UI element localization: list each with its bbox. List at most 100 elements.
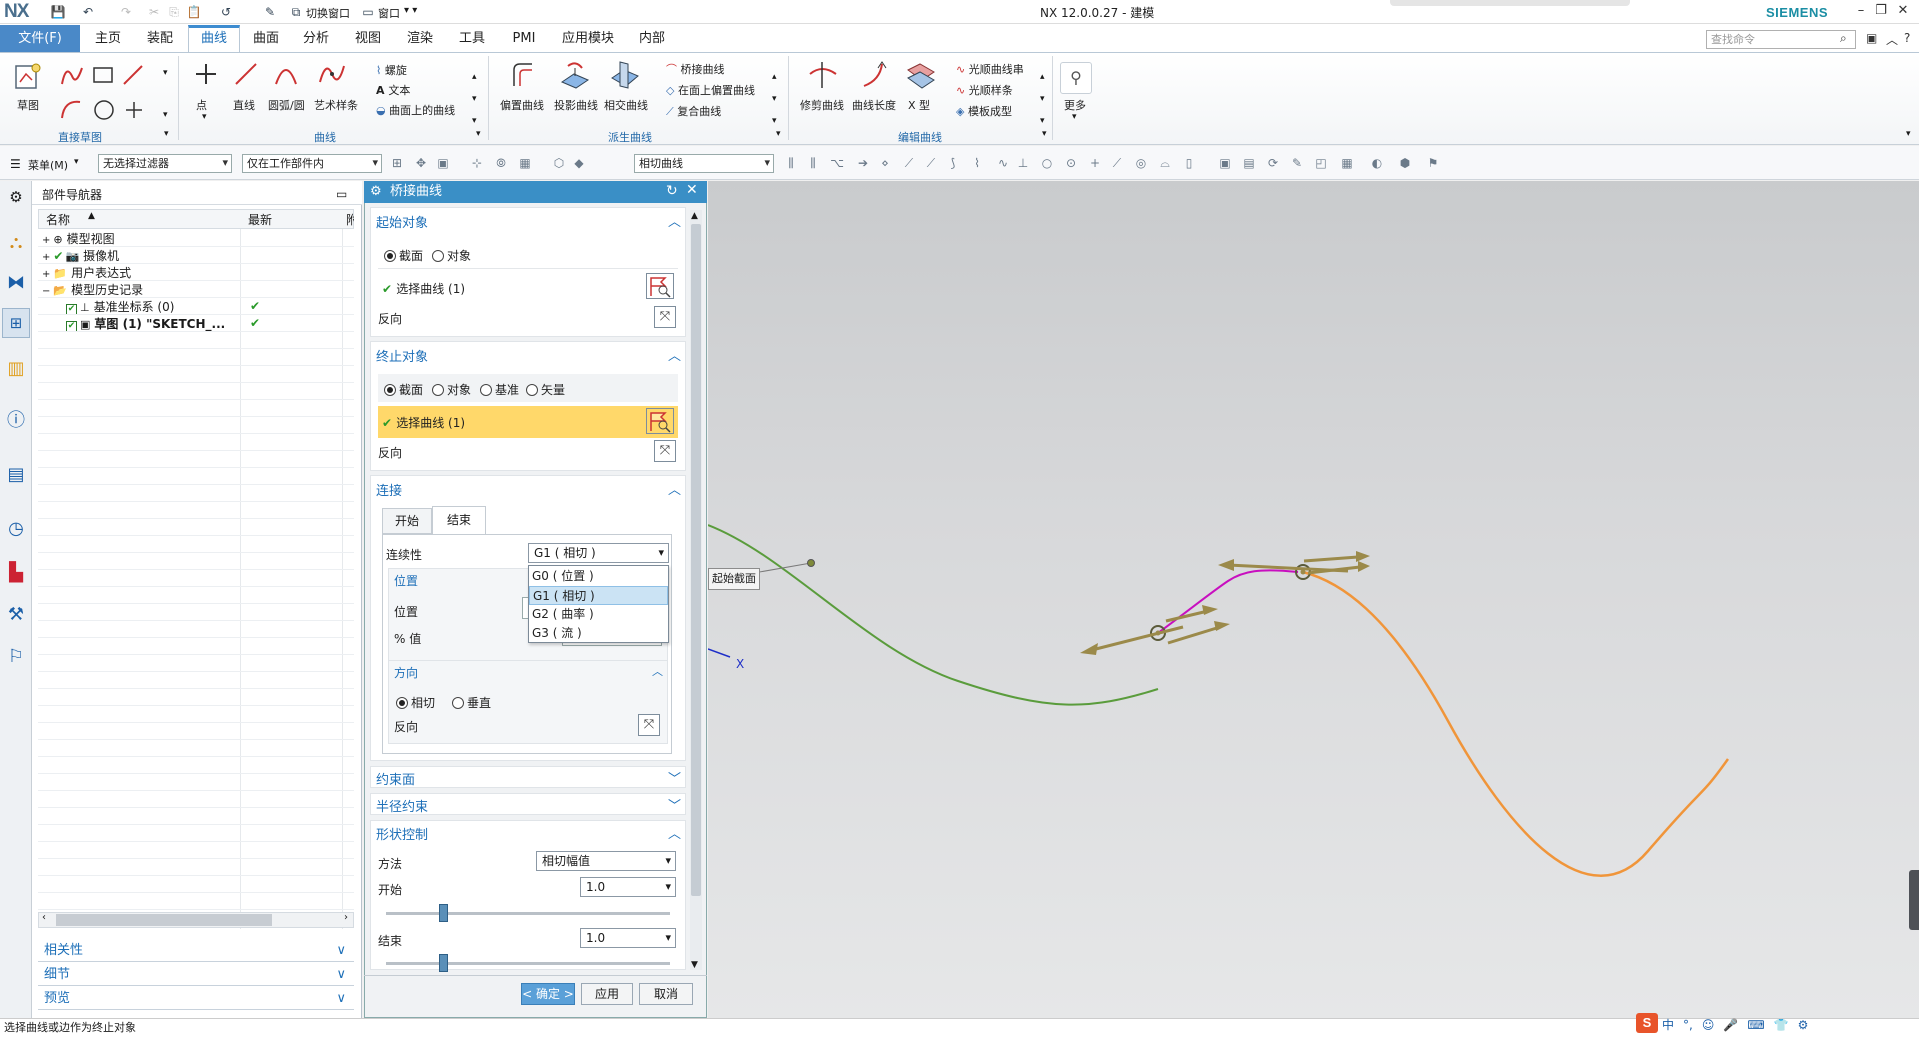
repeat-command-icon[interactable]: ↺ — [218, 4, 234, 20]
curve-on-surface-item[interactable]: ◒ 曲面上的曲线 — [376, 102, 466, 122]
offset-on-face-item[interactable]: ◇ 在面上偏置曲线 — [666, 81, 766, 102]
table-icon[interactable]: ▦ — [1340, 156, 1354, 170]
line-button[interactable] — [232, 60, 260, 91]
center-icon[interactable]: ⊙ — [1064, 156, 1078, 170]
end-option-datum[interactable]: 基准 — [480, 381, 519, 398]
expand-icon[interactable]: − — [42, 286, 50, 297]
apply-button[interactable]: 应用 — [581, 983, 633, 1005]
expand-icon[interactable]: + — [42, 252, 50, 263]
chevron-down-icon[interactable]: ▾ — [74, 157, 79, 167]
x-form-button[interactable] — [906, 60, 936, 93]
ok-button[interactable]: < 确定 > — [521, 983, 575, 1005]
switch-window-icon[interactable]: ⧉ — [288, 4, 304, 20]
close-icon[interactable]: ✕ — [686, 182, 698, 198]
ribbon-overflow-icon[interactable]: ▾ — [1906, 129, 1911, 139]
end-option-section[interactable]: 截面 — [384, 381, 423, 398]
dialog-scroll-thumb[interactable] — [691, 224, 701, 896]
wave-icon[interactable]: ∿ — [996, 156, 1010, 170]
start-slider-thumb[interactable] — [438, 904, 448, 922]
chevron-up-icon[interactable]: ︿ — [668, 211, 681, 230]
perpendicular-icon[interactable]: ⊥ — [1016, 156, 1030, 170]
web-browser-icon[interactable]: ▤ — [5, 464, 27, 486]
flag-icon[interactable]: ⚑ — [1426, 156, 1440, 170]
graphics-window[interactable] — [707, 181, 1919, 1018]
circle-icon[interactable]: ○ — [1040, 156, 1054, 170]
paste-icon[interactable]: 📋 — [186, 4, 202, 20]
position-header[interactable]: 位置 — [394, 572, 418, 589]
start-slider-track[interactable] — [386, 912, 670, 915]
continuity-option-g1[interactable]: G1 ( 相切 ) — [529, 586, 668, 605]
scroll-left-icon[interactable]: ‹ — [42, 912, 46, 923]
end-option-vector[interactable]: 矢量 — [526, 381, 565, 398]
chevron-down-icon[interactable]: ﹀ — [668, 795, 681, 814]
arrow-icon[interactable]: ➔ — [856, 156, 870, 170]
minimize-icon[interactable]: – — [1852, 3, 1870, 19]
offset-curve-button[interactable] — [508, 60, 538, 93]
shading-icon[interactable]: ◐ — [1370, 156, 1384, 170]
panel-preview[interactable]: 预览 ∨ — [38, 988, 354, 1010]
direction-tangent[interactable]: 相切 — [396, 694, 435, 711]
ime-voice-icon[interactable]: 🎤 — [1723, 1018, 1738, 1032]
ime-logo-icon[interactable]: S — [1636, 1013, 1658, 1033]
start-object-header[interactable]: 起始对象 — [376, 212, 428, 231]
settings-icon[interactable]: ⚙ — [5, 186, 27, 208]
expand-icon[interactable]: + — [42, 235, 50, 246]
ime-chinese-icon[interactable]: 中 — [1662, 1018, 1674, 1032]
view-icon[interactable]: ▣ — [1218, 156, 1232, 170]
end-value-field[interactable]: 1.0 — [580, 928, 676, 948]
process-studio-icon[interactable]: ⚒ — [5, 604, 27, 626]
filter-icon[interactable]: ▣ — [436, 156, 450, 170]
edit-icon[interactable]: ✎ — [1290, 156, 1304, 170]
main-menu-button[interactable]: 菜单(M) — [28, 157, 68, 173]
expand-icon[interactable]: + — [42, 269, 50, 280]
gear-icon[interactable]: ⚙ — [370, 184, 382, 199]
cut-icon[interactable]: ✂ — [146, 4, 162, 20]
follow-fillet-icon[interactable]: ⫼ — [806, 156, 820, 170]
tab-render[interactable]: 渲染 — [398, 25, 442, 52]
history-icon[interactable]: ◷ — [5, 518, 27, 540]
direction-reverse-button[interactable]: ⤧ — [638, 714, 660, 736]
search-icon[interactable]: ⌕ — [1840, 31, 1847, 46]
end-object-header[interactable]: 终止对象 — [376, 346, 428, 365]
tab-surface[interactable]: 曲面 — [244, 25, 288, 52]
chevron-up-icon[interactable]: ︿ — [668, 823, 681, 842]
end-option-object[interactable]: 对象 — [432, 381, 471, 398]
body-icon[interactable]: ◆ — [572, 156, 586, 170]
chevron-down-icon[interactable]: ▾ — [163, 68, 168, 78]
composite-curve-item[interactable]: ⟋ 复合曲线 — [666, 102, 766, 123]
selection-scope-select[interactable]: 仅在工作部件内 — [242, 154, 382, 173]
window-menu[interactable]: 窗口 — [378, 5, 400, 21]
continuity-select[interactable]: G1 ( 相切 ) — [528, 543, 669, 563]
menu-icon[interactable]: ☰ — [10, 157, 21, 171]
intersect-icon[interactable]: ◎ — [1134, 156, 1148, 170]
sketch-button[interactable] — [12, 60, 44, 97]
redo-icon[interactable]: ↷ — [118, 4, 134, 20]
tab-end[interactable]: 结束 — [432, 506, 486, 535]
gallery-scroll[interactable]: ▴ ▾ ▾ — [1040, 66, 1045, 132]
stop-at-intersection-icon[interactable]: ⫼ — [784, 156, 798, 170]
intersection-curve-button[interactable] — [610, 60, 640, 93]
bridge-curve-item[interactable]: ⌒ 桥接曲线 — [666, 60, 766, 81]
select-curve-button[interactable] — [646, 273, 674, 299]
line-icon[interactable]: ⟋ — [1110, 156, 1124, 170]
search-input[interactable]: 查找命令 — [1706, 30, 1856, 49]
tab-pmi[interactable]: PMI — [502, 25, 546, 52]
method-select[interactable]: 相切幅值 — [536, 851, 676, 871]
tab-internal[interactable]: 内部 — [630, 25, 674, 52]
ime-punctuation-icon[interactable]: °, — [1683, 1018, 1693, 1032]
curve-rule-select[interactable]: 相切曲线 — [634, 154, 774, 173]
chevron-down-icon[interactable]: ▾ — [202, 112, 207, 122]
end-reverse-button[interactable]: ⤧ — [654, 440, 676, 462]
quadrant-icon[interactable]: ⌓ — [1158, 156, 1172, 170]
scroll-down-icon[interactable]: ▼ — [691, 960, 698, 970]
curve-length-button[interactable] — [860, 60, 890, 93]
scroll-right-icon[interactable]: › — [344, 912, 348, 923]
help-icon[interactable]: ? — [1904, 31, 1910, 45]
reset-icon[interactable]: ↻ — [666, 183, 678, 199]
select-curve-button[interactable] — [646, 408, 674, 434]
group-expand-icon[interactable]: ▾ — [1042, 129, 1047, 139]
select-icon[interactable]: ⦾ — [494, 156, 508, 170]
connection-header[interactable]: 连接 — [376, 480, 402, 499]
chevron-down-icon[interactable]: ▾ — [163, 110, 168, 120]
save-icon[interactable]: 💾 — [50, 4, 66, 20]
